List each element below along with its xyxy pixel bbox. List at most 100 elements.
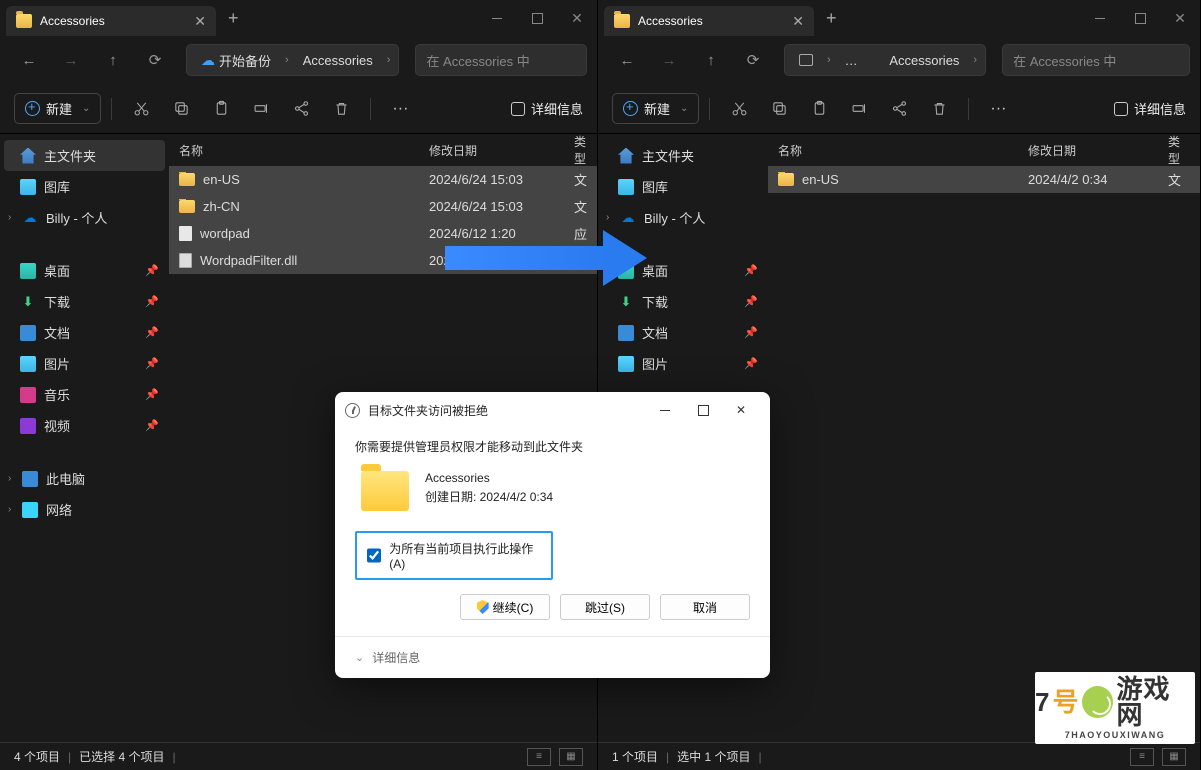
dialog-minimize[interactable]: [646, 399, 684, 421]
column-name[interactable]: 名称: [768, 142, 1018, 159]
sidebar-item-onedrive[interactable]: ›☁Billy - 个人: [598, 202, 768, 233]
new-tab-button[interactable]: +: [826, 8, 837, 29]
tab-accessories[interactable]: Accessories ✕: [6, 6, 216, 36]
sidebar-item-documents[interactable]: 文档📌: [598, 317, 768, 348]
paste-button[interactable]: [202, 91, 240, 127]
chevron-right-icon[interactable]: ›: [8, 504, 20, 515]
refresh-button[interactable]: ⟳: [734, 43, 772, 77]
cut-button[interactable]: [720, 91, 758, 127]
sidebar-item-videos[interactable]: 视频📌: [0, 410, 169, 441]
pc-crumb[interactable]: [791, 51, 821, 69]
file-row[interactable]: zh-CN 2024/6/24 15:03 文: [169, 193, 597, 220]
dialog-details-toggle[interactable]: ⌄ 详细信息: [335, 636, 770, 678]
sidebar-item-documents[interactable]: 文档📌: [0, 317, 169, 348]
chevron-right-icon[interactable]: ›: [825, 54, 833, 66]
file-row[interactable]: WordpadFilter.dll 2024/4/24 7:36 应: [169, 247, 597, 274]
copy-button[interactable]: [760, 91, 798, 127]
monitor-icon: [799, 54, 813, 66]
search-input[interactable]: 在 Accessories 中: [415, 44, 587, 76]
close-button[interactable]: ✕: [1160, 0, 1200, 36]
more-button[interactable]: ···: [979, 91, 1017, 127]
sidebar-item-home[interactable]: 主文件夹: [598, 140, 768, 171]
sidebar-item-desktop[interactable]: 桌面📌: [0, 255, 169, 286]
up-button[interactable]: ↑: [692, 43, 730, 77]
forward-button[interactable]: →: [650, 43, 688, 77]
chevron-right-icon[interactable]: ›: [283, 54, 291, 66]
column-date[interactable]: 修改日期: [1018, 142, 1158, 159]
skip-button[interactable]: 跳过(S): [560, 594, 650, 620]
access-denied-dialog: 目标文件夹访问被拒绝 ✕ 你需要提供管理员权限才能移动到此文件夹 Accesso…: [335, 392, 770, 678]
ellipsis-crumb[interactable]: …: [837, 50, 866, 71]
details-button[interactable]: 详细信息: [511, 99, 583, 118]
column-date[interactable]: 修改日期: [419, 142, 564, 159]
file-row[interactable]: en-US 2024/6/24 15:03 文: [169, 166, 597, 193]
column-name[interactable]: 名称: [169, 142, 419, 159]
cancel-button[interactable]: 取消: [660, 594, 750, 620]
file-row[interactable]: wordpad 2024/6/12 1:20 应: [169, 220, 597, 247]
tab-close-icon[interactable]: ✕: [194, 13, 206, 30]
sidebar-item-pictures[interactable]: 图片📌: [0, 348, 169, 379]
backup-crumb[interactable]: ☁开始备份: [193, 48, 279, 73]
tab-accessories[interactable]: Accessories ✕: [604, 6, 814, 36]
view-list-button[interactable]: ≡: [527, 748, 551, 766]
rename-button[interactable]: [242, 91, 280, 127]
column-type[interactable]: 类型: [1158, 134, 1200, 167]
checkbox-input[interactable]: [367, 548, 381, 563]
crumb-accessories[interactable]: Accessories: [295, 50, 381, 71]
view-grid-button[interactable]: ▦: [1162, 748, 1186, 766]
sidebar-item-network[interactable]: ›网络: [0, 494, 169, 525]
sidebar-item-downloads[interactable]: ⬇下载📌: [598, 286, 768, 317]
chevron-right-icon[interactable]: ›: [385, 54, 393, 66]
share-button[interactable]: [880, 91, 918, 127]
sidebar-item-home[interactable]: 主文件夹: [4, 140, 165, 171]
sidebar-item-pictures[interactable]: 图片📌: [598, 348, 768, 379]
copy-button[interactable]: [162, 91, 200, 127]
up-button[interactable]: ↑: [94, 43, 132, 77]
sidebar-item-onedrive[interactable]: ›☁Billy - 个人: [0, 202, 169, 233]
sidebar-item-thispc[interactable]: ›此电脑: [0, 463, 169, 494]
details-button[interactable]: 详细信息: [1114, 99, 1186, 118]
new-tab-button[interactable]: +: [228, 8, 239, 29]
delete-button[interactable]: [322, 91, 360, 127]
paste-button[interactable]: [800, 91, 838, 127]
dialog-close[interactable]: ✕: [722, 399, 760, 421]
apply-all-checkbox[interactable]: 为所有当前项目执行此操作(A): [355, 531, 553, 580]
new-button[interactable]: 新建 ⌄: [14, 93, 101, 124]
back-button[interactable]: ←: [608, 43, 646, 77]
chevron-right-icon[interactable]: ›: [606, 212, 618, 223]
more-button[interactable]: ···: [381, 91, 419, 127]
view-list-button[interactable]: ≡: [1130, 748, 1154, 766]
tab-close-icon[interactable]: ✕: [792, 13, 804, 30]
address-bar[interactable]: › … › Accessories ›: [784, 44, 986, 76]
address-bar[interactable]: ☁开始备份 › Accessories ›: [186, 44, 399, 76]
chevron-right-icon[interactable]: ›: [8, 212, 20, 223]
file-row[interactable]: en-US 2024/4/2 0:34 文: [768, 166, 1200, 193]
minimize-button[interactable]: [477, 0, 517, 36]
dialog-maximize[interactable]: [684, 399, 722, 421]
back-button[interactable]: ←: [10, 43, 48, 77]
forward-button[interactable]: →: [52, 43, 90, 77]
minimize-button[interactable]: [1080, 0, 1120, 36]
sidebar-item-gallery[interactable]: 图库: [598, 171, 768, 202]
cut-button[interactable]: [122, 91, 160, 127]
share-button[interactable]: [282, 91, 320, 127]
maximize-button[interactable]: [517, 0, 557, 36]
view-grid-button[interactable]: ▦: [559, 748, 583, 766]
titlebar: Accessories ✕ + ✕: [598, 0, 1200, 36]
crumb-accessories[interactable]: Accessories: [881, 50, 967, 71]
new-button[interactable]: 新建 ⌄: [612, 93, 699, 124]
continue-button[interactable]: 继续(C): [460, 594, 550, 620]
chevron-right-icon[interactable]: ›: [8, 473, 20, 484]
maximize-button[interactable]: [1120, 0, 1160, 36]
sidebar-item-gallery[interactable]: 图库: [0, 171, 169, 202]
refresh-button[interactable]: ⟳: [136, 43, 174, 77]
chevron-right-icon[interactable]: ›: [971, 54, 979, 66]
delete-button[interactable]: [920, 91, 958, 127]
rename-button[interactable]: [840, 91, 878, 127]
sidebar-item-music[interactable]: 音乐📌: [0, 379, 169, 410]
sidebar-item-downloads[interactable]: ⬇下载📌: [0, 286, 169, 317]
sidebar-item-desktop[interactable]: 桌面📌: [598, 255, 768, 286]
search-input[interactable]: 在 Accessories 中: [1002, 44, 1190, 76]
close-button[interactable]: ✕: [557, 0, 597, 36]
column-type[interactable]: 类型: [564, 134, 597, 167]
